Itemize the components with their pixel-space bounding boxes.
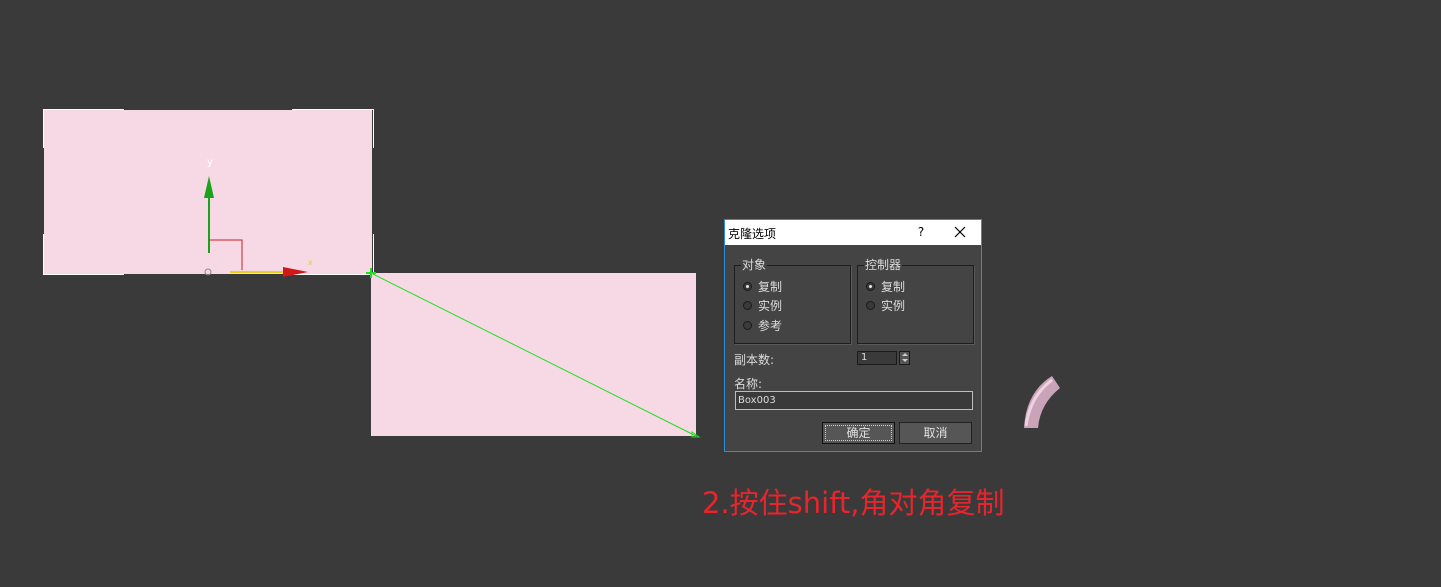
radio-icon	[743, 300, 752, 310]
copies-input[interactable]: 1	[857, 351, 897, 365]
controller-instance-radio[interactable]: 实例	[866, 297, 905, 313]
spinner-up-icon	[902, 353, 908, 356]
close-icon	[954, 226, 966, 238]
radio-label: 参考	[758, 318, 783, 333]
spinner-down-icon	[902, 359, 908, 362]
controller-group: 控制器 复制 实例	[857, 258, 974, 344]
name-input[interactable]: Box003	[735, 391, 973, 410]
dialog-title: 克隆选项	[728, 227, 777, 241]
copies-spinner[interactable]	[899, 351, 910, 365]
radio-checked-icon	[866, 281, 875, 291]
gizmo-y-label: y	[207, 157, 213, 168]
object-group-label: 对象	[741, 258, 768, 272]
radio-label: 复制	[881, 279, 906, 294]
dialog-titlebar[interactable]: 克隆选项 ?	[725, 220, 981, 245]
transform-gizmo-icon	[204, 176, 308, 277]
close-button[interactable]	[947, 222, 973, 242]
clone-options-dialog: 克隆选项 ? 对象 复制 实例 参考 控制器 复制 实例 副本数: 1 名称: …	[724, 219, 982, 452]
bent-tube-object	[1024, 376, 1060, 428]
ok-button[interactable]: 确定	[822, 422, 895, 444]
name-label: 名称:	[734, 377, 763, 391]
help-button[interactable]: ?	[911, 223, 931, 241]
object-instance-radio[interactable]: 实例	[743, 297, 782, 313]
object-copy-radio[interactable]: 复制	[743, 278, 782, 294]
object-reference-radio[interactable]: 参考	[743, 317, 782, 333]
radio-label: 复制	[758, 279, 783, 294]
radio-checked-icon	[743, 281, 752, 291]
cancel-button[interactable]: 取消	[899, 422, 972, 444]
radio-label: 实例	[881, 298, 906, 313]
gizmo-x-label: x	[308, 258, 313, 267]
object-group: 对象 复制 实例 参考	[734, 258, 851, 344]
copies-label: 副本数:	[734, 353, 775, 367]
snap-cross-icon	[366, 268, 376, 278]
controller-copy-radio[interactable]: 复制	[866, 278, 905, 294]
instruction-caption: 2.按住shift,角对角复制	[702, 486, 1005, 520]
snap-diagonal-line	[370, 272, 697, 437]
radio-icon	[743, 320, 752, 330]
controller-group-label: 控制器	[864, 258, 903, 272]
radio-icon	[866, 300, 875, 310]
radio-label: 实例	[758, 298, 783, 313]
